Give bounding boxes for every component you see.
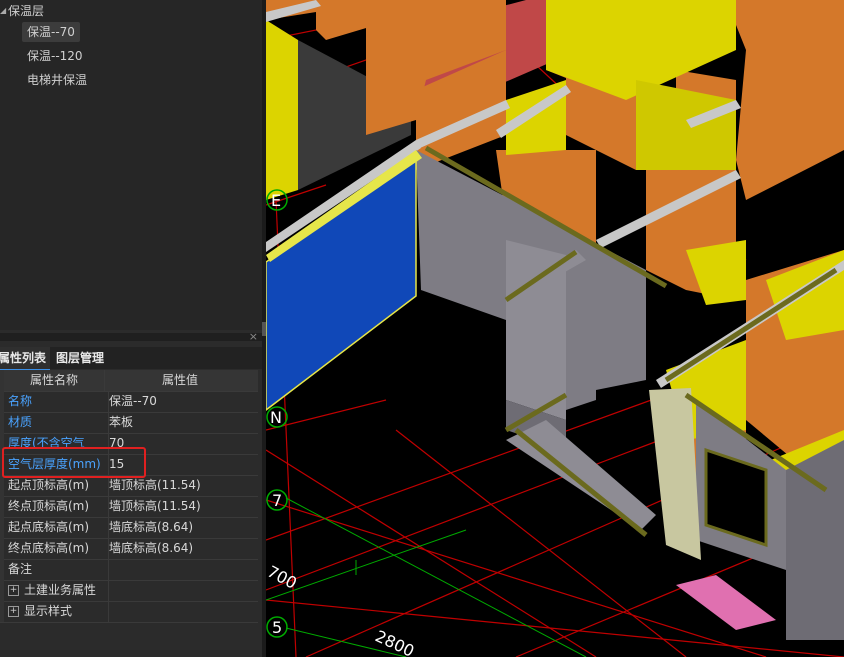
property-value[interactable]: 墙底标高(8.64) bbox=[105, 538, 259, 559]
tree-root-insulation-layer[interactable]: ◢ 保温层 bbox=[0, 2, 44, 18]
model-canvas[interactable]: E N 7 5 700 2800 bbox=[266, 0, 844, 657]
property-value[interactable]: 保温--70 bbox=[105, 391, 259, 412]
property-row-end-bottom-elevation[interactable]: 终点底标高(m) 墙底标高(8.64) bbox=[0, 538, 258, 560]
property-name: 材质 bbox=[4, 412, 109, 433]
floor-slab bbox=[676, 575, 776, 630]
property-group-label: 土建业务属性 bbox=[24, 583, 97, 597]
expand-icon[interactable]: + bbox=[8, 606, 19, 617]
wall-yellow bbox=[266, 20, 298, 200]
property-name: 终点底标高(m) bbox=[4, 538, 109, 559]
panel-tabs: 属性列表 图层管理 bbox=[0, 347, 262, 371]
tree-item-insulation-120[interactable]: 保温--120 bbox=[22, 46, 88, 66]
axis-bubble-e: E bbox=[266, 189, 288, 211]
svg-text:5: 5 bbox=[272, 618, 282, 637]
dimension-label: 2800 bbox=[372, 626, 417, 657]
property-name: 起点顶标高(m) bbox=[4, 475, 109, 496]
property-group-label: 显示样式 bbox=[24, 604, 73, 618]
component-tree: ◢ 保温层 保温--70 保温--120 电梯井保温 bbox=[0, 0, 262, 330]
3d-model-viewport[interactable]: E N 7 5 700 2800 bbox=[266, 0, 844, 657]
tree-item-elevator-shaft-insulation[interactable]: 电梯井保温 bbox=[22, 70, 92, 90]
property-value[interactable]: 墙底标高(8.64) bbox=[105, 517, 259, 538]
wall-gray bbox=[506, 420, 656, 530]
axis-bubble-7: 7 bbox=[266, 489, 288, 511]
chevron-down-icon[interactable]: ◢ bbox=[0, 6, 6, 15]
svg-text:7: 7 bbox=[272, 491, 282, 510]
column-header-name: 属性名称 bbox=[4, 370, 105, 391]
axis-grid-green bbox=[266, 497, 587, 657]
axis-bubble-5: 5 bbox=[266, 616, 288, 638]
property-row-name[interactable]: 名称 保温--70 bbox=[0, 391, 258, 413]
wall-gray bbox=[566, 280, 596, 410]
property-name: 终点顶标高(m) bbox=[4, 496, 109, 517]
property-group-display-style[interactable]: + 显示样式 bbox=[0, 601, 258, 623]
property-grid-header: 属性名称 属性值 bbox=[0, 370, 258, 392]
property-name: 备注 bbox=[4, 559, 109, 580]
wall-orange bbox=[726, 0, 844, 200]
axis-bubble-n: N bbox=[266, 406, 288, 428]
property-value[interactable]: 墙顶标高(11.54) bbox=[105, 496, 259, 517]
property-name: 起点底标高(m) bbox=[4, 517, 109, 538]
property-value[interactable]: 墙顶标高(11.54) bbox=[105, 475, 259, 496]
property-row-material[interactable]: 材质 苯板 bbox=[0, 412, 258, 434]
highlight-annotation bbox=[2, 447, 146, 478]
property-value bbox=[105, 580, 259, 601]
property-row-start-bottom-elevation[interactable]: 起点底标高(m) 墙底标高(8.64) bbox=[0, 517, 258, 539]
property-row-start-top-elevation[interactable]: 起点顶标高(m) 墙顶标高(11.54) bbox=[0, 475, 258, 497]
svg-text:N: N bbox=[270, 408, 282, 427]
tree-item-insulation-70[interactable]: 保温--70 bbox=[22, 22, 80, 42]
property-value[interactable]: 苯板 bbox=[105, 412, 259, 433]
wall-yellow bbox=[686, 240, 746, 305]
property-name: 名称 bbox=[4, 391, 109, 412]
property-value bbox=[105, 601, 259, 622]
property-value[interactable] bbox=[105, 559, 259, 580]
tab-property-list[interactable]: 属性列表 bbox=[0, 347, 51, 371]
property-group-civil-attributes[interactable]: + 土建业务属性 bbox=[0, 580, 258, 602]
column-header-value: 属性值 bbox=[161, 373, 198, 387]
property-row-remarks[interactable]: 备注 bbox=[0, 559, 258, 581]
svg-text:E: E bbox=[271, 191, 281, 210]
panel-splitter[interactable]: × bbox=[0, 331, 262, 342]
tree-root-label: 保温层 bbox=[8, 3, 45, 18]
property-row-end-top-elevation[interactable]: 终点顶标高(m) 墙顶标高(11.54) bbox=[0, 496, 258, 518]
tab-layer-management[interactable]: 图层管理 bbox=[52, 347, 108, 369]
expand-icon[interactable]: + bbox=[8, 585, 19, 596]
close-icon[interactable]: × bbox=[249, 331, 258, 342]
left-panel: ◢ 保温层 保温--70 保温--120 电梯井保温 × 属性列表 图层管理 属… bbox=[0, 0, 262, 657]
